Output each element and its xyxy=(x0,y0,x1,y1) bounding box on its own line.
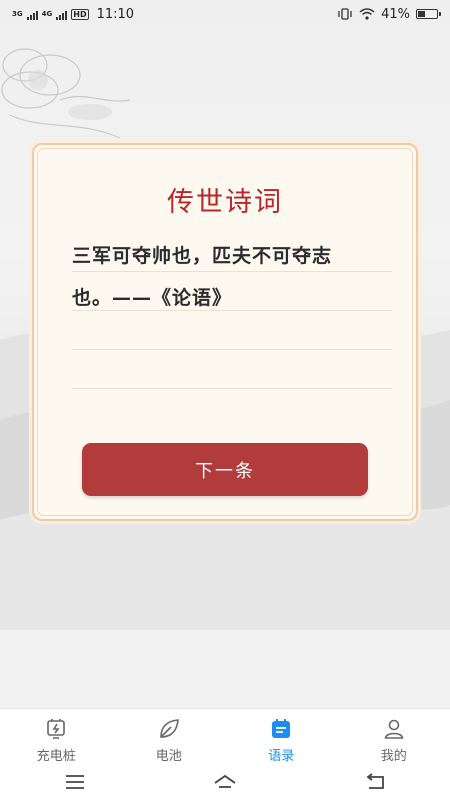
back-icon[interactable] xyxy=(363,772,387,792)
signal-icon xyxy=(26,9,38,20)
menu-icon[interactable] xyxy=(63,772,87,792)
wifi-icon xyxy=(359,8,375,20)
divider-line xyxy=(72,271,392,272)
calendar-icon xyxy=(272,719,291,738)
status-bar: 3G 4G HD 11:10 41% xyxy=(0,0,450,28)
quote-line-2: 也。——《论语》 xyxy=(72,287,233,309)
divider-line xyxy=(72,349,392,350)
network-4g-label: 4G xyxy=(41,10,53,18)
clock: 11:10 xyxy=(96,6,135,22)
tab-label: 语录 xyxy=(268,749,295,764)
battery-percent: 41% xyxy=(381,6,410,22)
signal-icon xyxy=(56,9,68,20)
vibrate-icon xyxy=(338,8,352,20)
next-quote-button[interactable]: 下一条 xyxy=(82,443,368,496)
card-title: 传世诗词 xyxy=(167,187,283,218)
tab-label: 我的 xyxy=(380,749,407,764)
bottom-tab-bar: 充电桩 电池 语录 我的 xyxy=(0,708,450,764)
flower-illustration xyxy=(1,48,131,139)
quote-line-1: 三军可夺帅也，匹夫不可夺志 xyxy=(72,245,333,267)
divider-line xyxy=(72,388,392,389)
tab-label: 充电桩 xyxy=(36,749,76,764)
tab-quotes[interactable]: 语录 xyxy=(225,709,338,764)
tab-profile[interactable]: 我的 xyxy=(338,709,450,764)
tab-battery[interactable]: 电池 xyxy=(113,709,226,764)
charging-station-icon xyxy=(47,719,66,739)
home-icon[interactable] xyxy=(213,772,237,792)
network-3g-label: 3G xyxy=(12,10,23,18)
poetry-card: 传世诗词 三军可夺帅也，匹夫不可夺志 也。——《论语》 下一条 xyxy=(32,143,418,521)
tab-charging-station[interactable]: 充电桩 xyxy=(0,709,113,764)
battery-icon xyxy=(416,9,441,19)
leaf-icon xyxy=(159,719,179,738)
hd-badge: HD xyxy=(71,8,89,20)
person-icon xyxy=(384,719,404,739)
system-navigation-bar xyxy=(0,764,450,800)
tab-label: 电池 xyxy=(155,749,182,764)
battery-level-fill xyxy=(418,11,425,17)
divider-line xyxy=(72,310,392,311)
